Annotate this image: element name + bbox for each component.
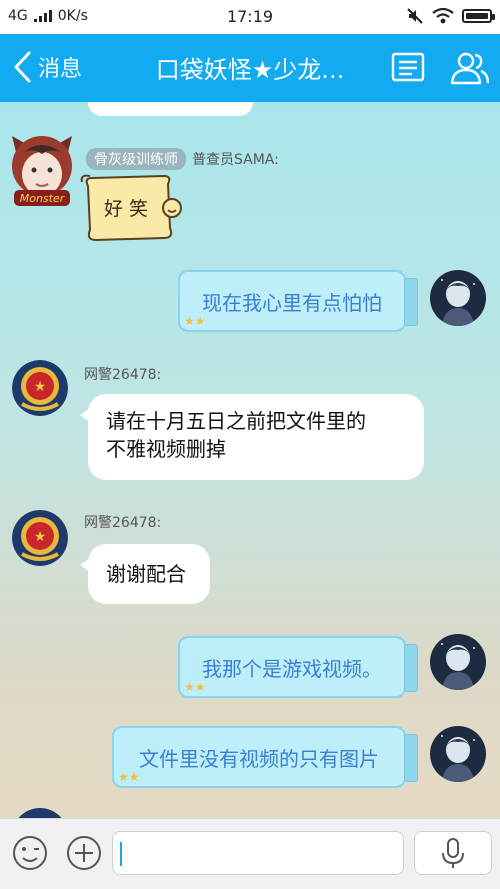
sender-name: 普查员SAMA: [192, 152, 279, 168]
status-right [406, 7, 495, 25]
user-avatar-icon [430, 726, 486, 782]
star-decoration-icon: ★★ [118, 770, 140, 784]
bottle-cap [404, 644, 418, 692]
back-label: 消息 [38, 57, 83, 82]
message-bubble-incoming[interactable]: 谢谢配合 [80, 544, 210, 604]
wifi-icon [432, 7, 454, 24]
sender-line: 骨灰级训练师 普查员SAMA: [86, 148, 279, 170]
sender-name: 网警26478: [84, 367, 162, 383]
avatar[interactable]: ★ [12, 360, 68, 416]
message-text: 谢谢配合 [106, 562, 186, 586]
message-bubble-outgoing[interactable]: 文件里没有视频的只有图片 ★★ [112, 726, 418, 788]
chat-header: 消息 口袋妖怪★少龙... [0, 34, 500, 102]
back-button[interactable]: 消息 [12, 50, 82, 84]
user-avatar-icon [430, 634, 486, 690]
microphone-icon [442, 838, 464, 868]
message-text: 文件里没有视频的只有图片 [139, 746, 379, 771]
sender-name: 网警26478: [84, 515, 162, 531]
message-list[interactable]: Monster 骨灰级训练师普查员SAMA: 好笑 现在我心里有点怕怕 ★★ [0, 102, 500, 818]
emoji-icon [13, 836, 47, 870]
voice-input-button[interactable] [414, 831, 492, 875]
message-text: 现在我心里有点怕怕 [202, 290, 382, 315]
bottle-cap [404, 734, 418, 782]
message-bubble-incoming[interactable]: 请在十月五日之前把文件里的 不雅视频删掉 [80, 394, 424, 480]
bottle-cap [404, 278, 418, 326]
notice-icon [391, 52, 425, 82]
add-attachment-button[interactable] [66, 835, 102, 871]
sender-title-badge: 骨灰级训练师 [86, 148, 186, 170]
message-text: 我那个是游戏视频。 [202, 656, 382, 681]
next-message-avatar [12, 808, 68, 818]
svg-text:★: ★ [34, 529, 47, 545]
star-decoration-icon: ★★ [184, 314, 206, 328]
plus-icon [67, 836, 101, 870]
battery-icon [462, 9, 495, 23]
chevron-left-icon [14, 51, 31, 83]
message-bubble-outgoing[interactable]: 现在我心里有点怕怕 ★★ [178, 270, 418, 332]
group-members-button[interactable] [448, 50, 490, 86]
chat-title[interactable]: 口袋妖怪★少龙... [130, 50, 370, 85]
group-notice-button[interactable] [390, 50, 428, 86]
avatar[interactable] [430, 726, 486, 782]
emoji-button[interactable] [12, 835, 48, 871]
avatar[interactable] [430, 270, 486, 326]
svg-text:★: ★ [34, 379, 47, 395]
police-emblem-avatar-icon: ★ [12, 510, 68, 566]
message-text-line-1: 请在十月五日之前把文件里的 [106, 409, 366, 433]
message-input-field[interactable] [112, 831, 404, 875]
message-input[interactable] [119, 838, 401, 870]
police-emblem-avatar-icon: ★ [12, 360, 68, 416]
message-bubble-outgoing[interactable]: 我那个是游戏视频。 ★★ [178, 636, 418, 698]
avatar[interactable]: ★ [12, 510, 68, 566]
message-text-line-2: 不雅视频删掉 [106, 437, 226, 461]
input-bar [0, 818, 500, 889]
sticker-message[interactable]: 好笑 [80, 172, 184, 242]
sticker-text: 好笑 [104, 198, 155, 220]
avatar[interactable] [430, 634, 486, 690]
monster-avatar-icon: Monster [12, 136, 72, 206]
previous-message-bubble [88, 102, 253, 116]
mute-icon [407, 8, 423, 24]
avatar[interactable]: Monster [10, 132, 74, 210]
status-bar: 4G 0K/s 17:19 [0, 0, 500, 34]
star-decoration-icon: ★★ [184, 680, 206, 694]
avatar-monster-label: Monster [20, 192, 66, 205]
members-icon [450, 52, 490, 85]
user-avatar-icon [430, 270, 486, 326]
